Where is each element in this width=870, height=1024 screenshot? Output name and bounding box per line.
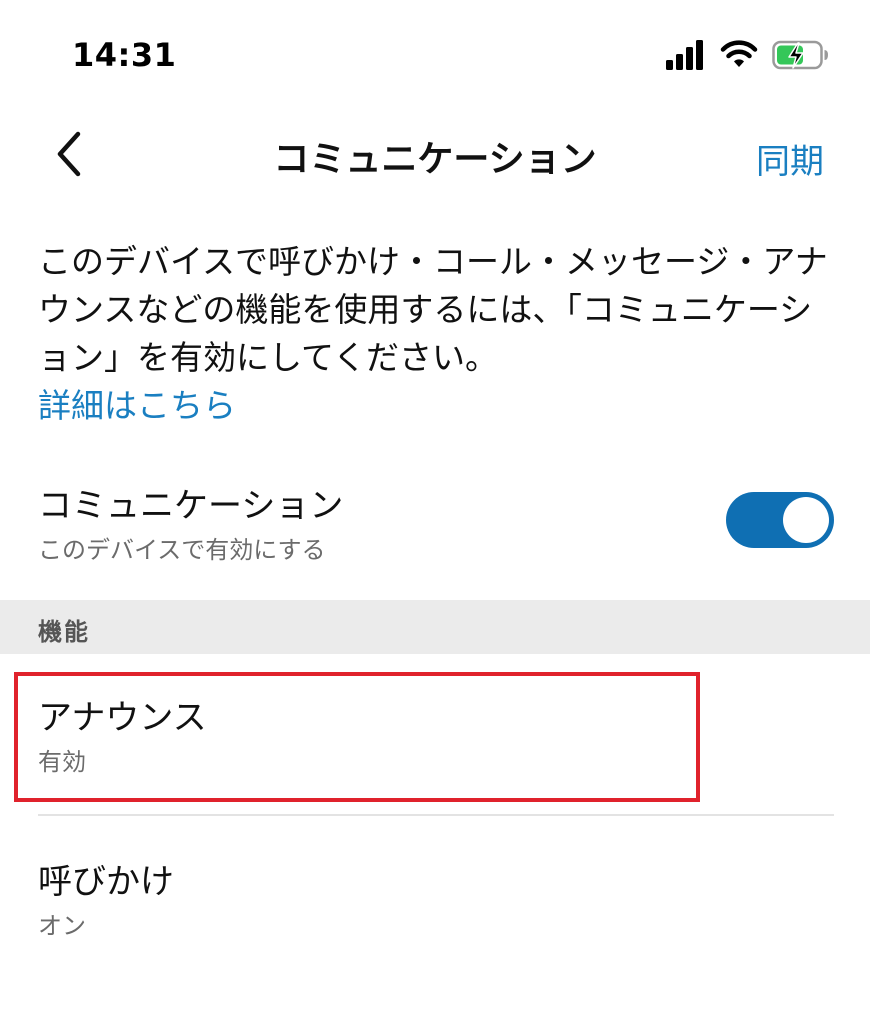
page-title: コミュニケーション (273, 139, 597, 180)
list-item-title: アナウンス (38, 698, 207, 738)
list-item-drop-in[interactable]: 呼びかけ オン (0, 836, 870, 956)
signal-icon (666, 40, 706, 74)
description: このデバイスで呼びかけ・コール・メッセージ・アナウンスなどの機能を使用するには、… (38, 238, 838, 430)
list-item-status: 有効 (38, 748, 86, 776)
communication-setting-row: コミュニケーション このデバイスで有効にする (0, 470, 870, 580)
communication-title: コミュニケーション (38, 486, 344, 526)
communication-toggle[interactable] (726, 492, 834, 548)
battery-charging-icon (772, 40, 830, 74)
sync-button[interactable]: 同期 (756, 134, 824, 183)
divider (38, 814, 834, 816)
toggle-knob (783, 497, 829, 543)
list-item-announcement[interactable]: アナウンス 有効 (0, 672, 870, 812)
list-item-status: オン (38, 912, 86, 940)
screen: 14:31 コミュニケーション 同期 このデバイスで呼びかけ・コール・メッセージ… (0, 0, 870, 1024)
description-text: このデバイスで呼びかけ・コール・メッセージ・アナウンスなどの機能を使用するには、… (38, 242, 828, 377)
wifi-icon (720, 40, 758, 74)
status-icons (666, 40, 830, 74)
section-header-label: 機能 (38, 618, 90, 646)
nav-bar: コミュニケーション 同期 (0, 110, 870, 200)
status-bar: 14:31 (0, 0, 870, 110)
section-header: 機能 (0, 600, 870, 654)
communication-subtitle: このデバイスで有効にする (38, 536, 326, 564)
learn-more-link[interactable]: 詳細はこちら (38, 382, 838, 430)
list-item-title: 呼びかけ (38, 862, 174, 902)
status-time: 14:31 (72, 36, 177, 74)
